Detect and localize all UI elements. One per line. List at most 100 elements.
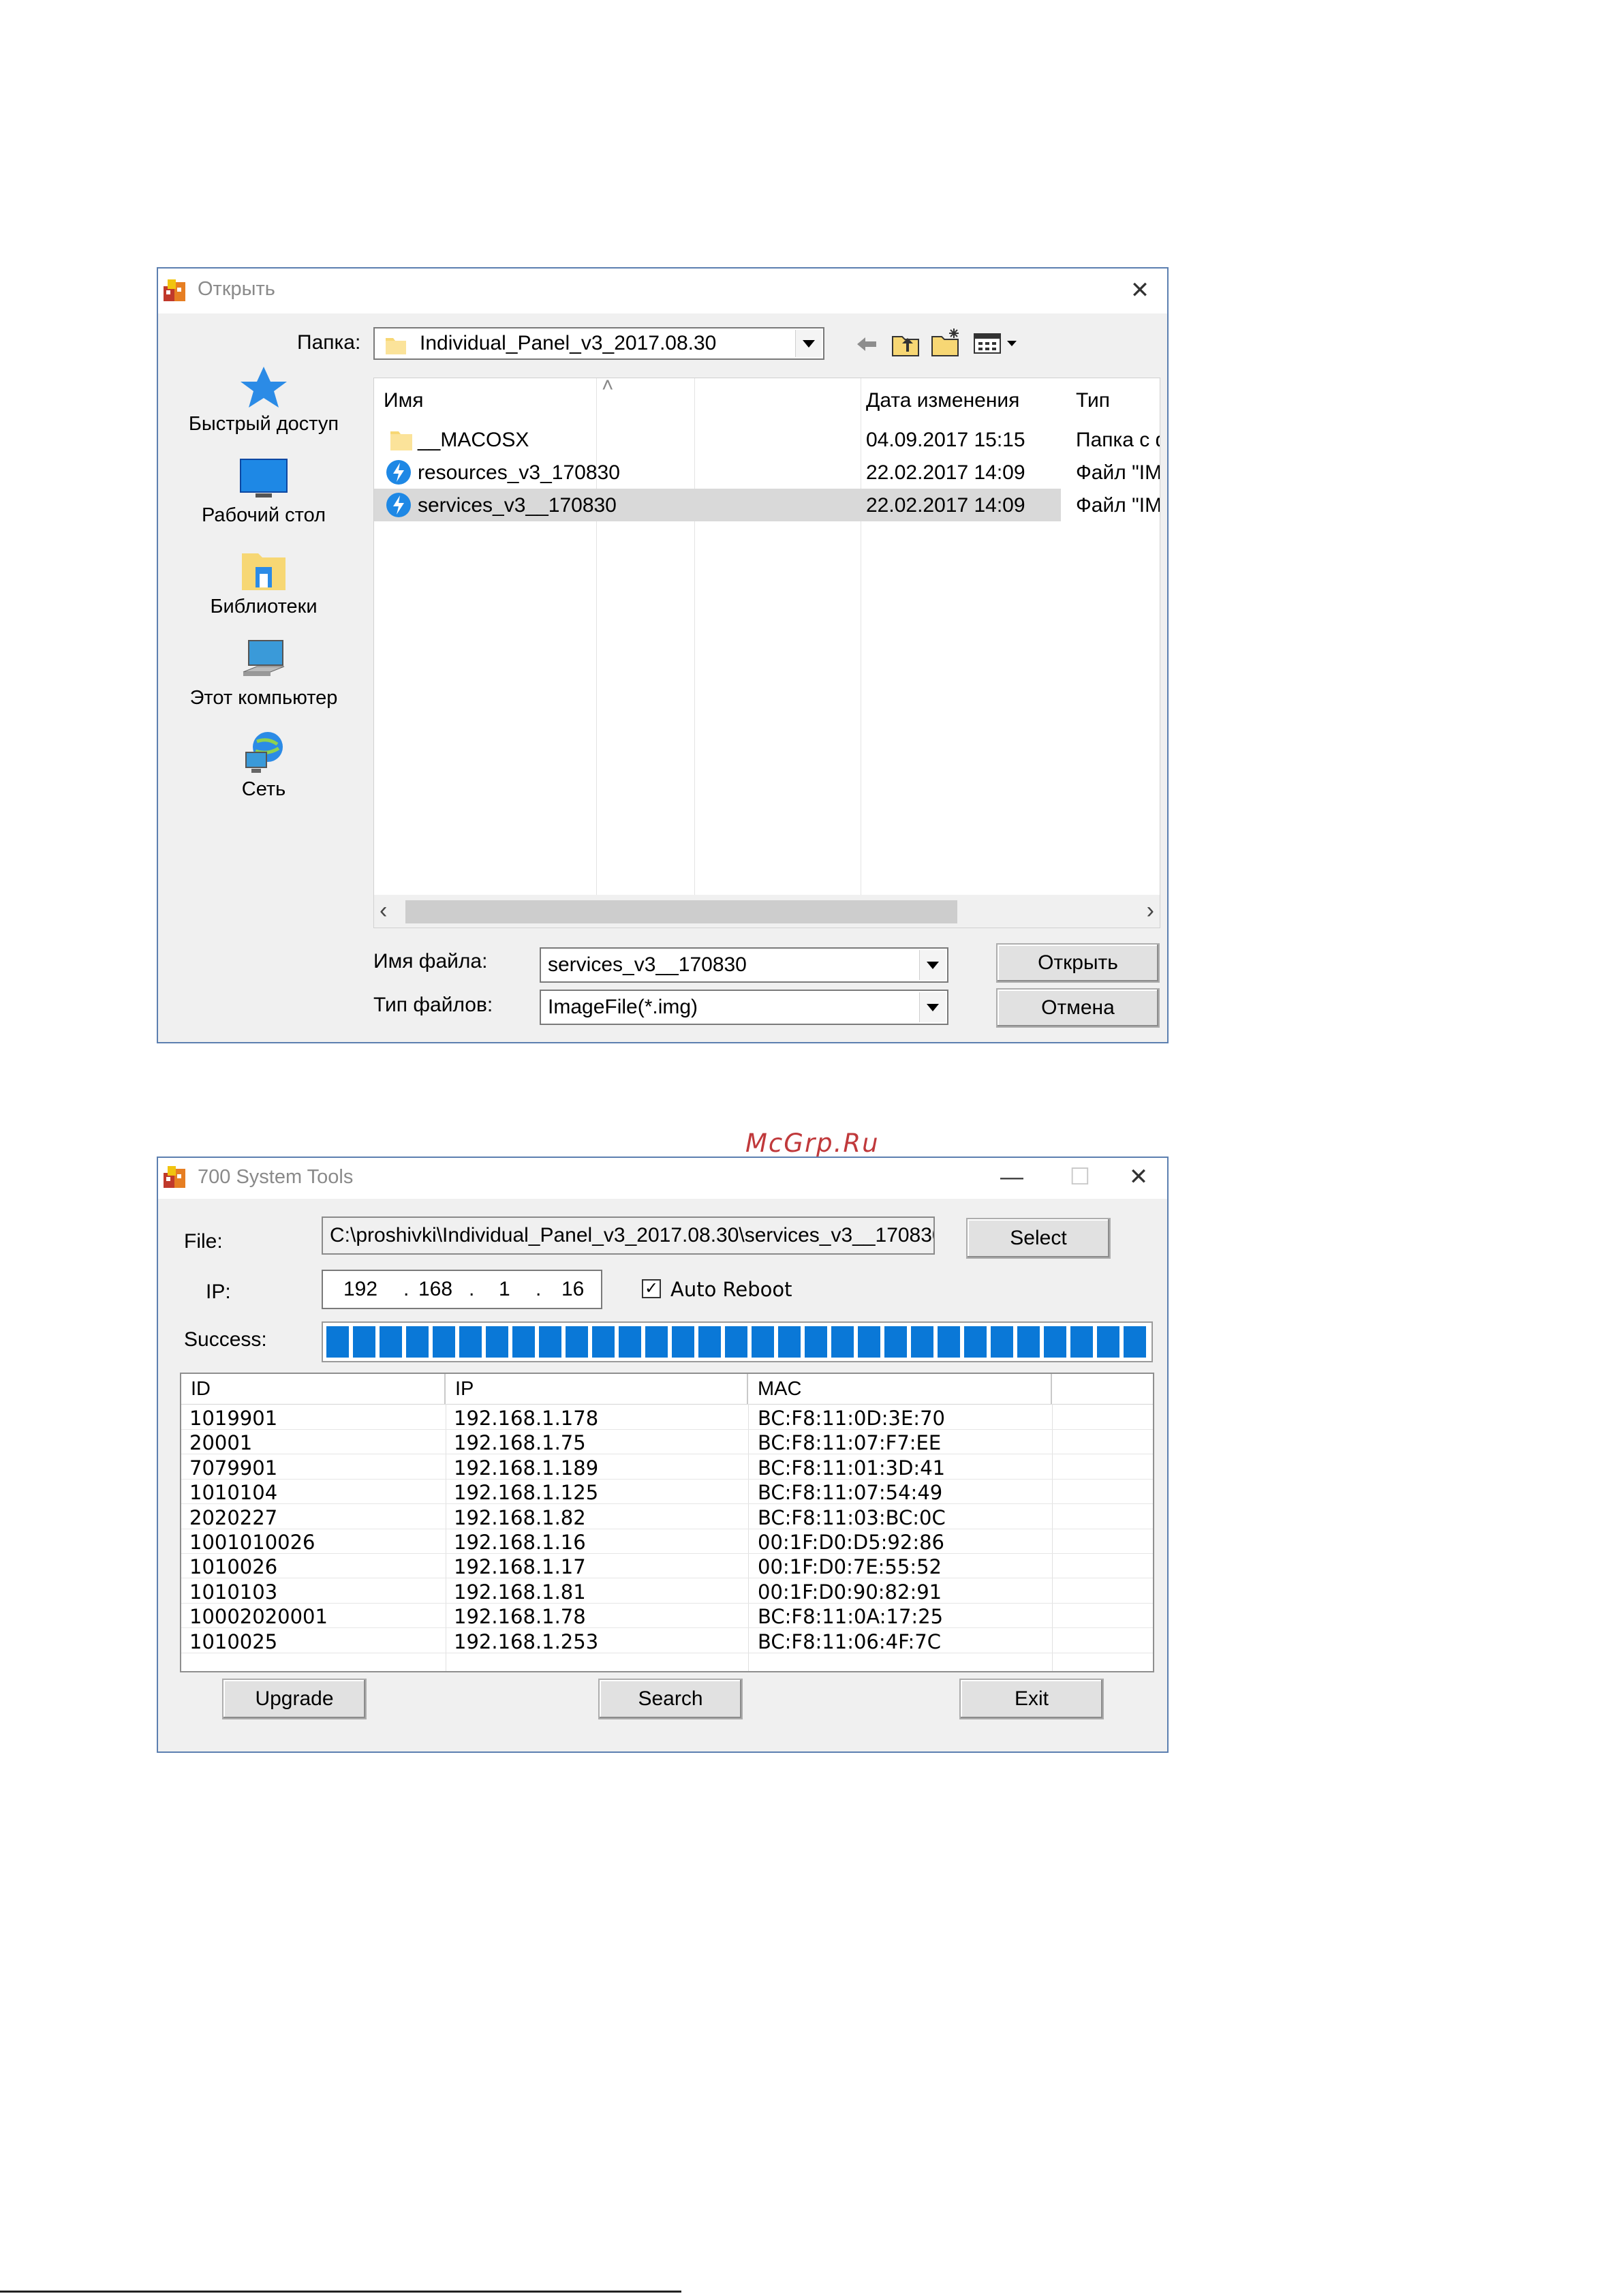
progress-segment xyxy=(858,1326,880,1358)
maximize-button: ☐ xyxy=(1061,1161,1099,1193)
table-row[interactable]: 1010025 192.168.1.253 BC:F8:11:06:4F:7C xyxy=(181,1629,1153,1653)
select-button[interactable]: Select xyxy=(966,1218,1111,1259)
ip-octet-3[interactable]: 1 xyxy=(499,1278,510,1301)
column-header-date[interactable]: Дата изменения xyxy=(866,389,1019,412)
progress-segment xyxy=(619,1326,641,1358)
progress-segment xyxy=(752,1326,774,1358)
upgrade-button[interactable]: Upgrade xyxy=(222,1679,367,1719)
table-row[interactable]: 20001 192.168.1.75 BC:F8:11:07:F7:EE xyxy=(181,1430,1153,1455)
scroll-right-icon[interactable]: › xyxy=(1147,898,1154,924)
progress-segment xyxy=(778,1326,801,1358)
device-mac: BC:F8:11:06:4F:7C xyxy=(758,1629,942,1653)
close-button[interactable]: ✕ xyxy=(1121,274,1159,307)
progress-segment xyxy=(991,1326,1013,1358)
table-row[interactable]: 7079901 192.168.1.189 BC:F8:11:01:3D:41 xyxy=(181,1455,1153,1480)
progress-segment xyxy=(698,1326,721,1358)
ip-dot: . xyxy=(469,1278,475,1300)
app-icon xyxy=(164,279,185,301)
device-table[interactable]: ID IP MAC 1019901 192.168.1.178 BC:F8:11:0… xyxy=(180,1373,1154,1672)
ip-octet-4[interactable]: 16 xyxy=(561,1278,584,1301)
device-id: 1010104 xyxy=(189,1481,278,1505)
column-header-name[interactable]: Имя xyxy=(384,389,423,412)
open-file-dialog: Открыть ✕ Папка: Individual_Panel_v3_201… xyxy=(157,267,1169,1043)
system-tools-window: 700 System Tools — ☐ ✕ File: C:\proshivk… xyxy=(157,1157,1169,1753)
back-arrow-icon[interactable] xyxy=(854,334,879,354)
chevron-down-icon[interactable] xyxy=(919,992,946,1022)
table-row[interactable]: 1010103 192.168.1.81 00:1F:D0:90:82:91 xyxy=(181,1579,1153,1604)
column-header-ip[interactable]: IP xyxy=(446,1374,748,1404)
new-folder-icon[interactable] xyxy=(931,327,962,357)
progress-segment xyxy=(380,1326,402,1358)
success-label: Success: xyxy=(184,1328,267,1351)
filetype-select[interactable]: ImageFile(*.img) xyxy=(540,990,948,1025)
column-header-id[interactable]: ID xyxy=(181,1374,446,1404)
chevron-down-icon[interactable] xyxy=(795,330,822,357)
file-row-selected[interactable]: services_v3__170830 22.02.2017 14:09 Фай… xyxy=(374,489,1160,521)
minimize-button[interactable]: — xyxy=(993,1161,1031,1193)
folder-combo[interactable]: Individual_Panel_v3_2017.08.30 xyxy=(373,327,824,360)
table-row[interactable]: 2020227 192.168.1.82 BC:F8:11:03:BC:0C xyxy=(181,1505,1153,1529)
minimize-icon: — xyxy=(1000,1163,1023,1190)
file-list[interactable]: ˄ Имя Дата изменения Тип __MACOSX 04.09.… xyxy=(373,378,1160,928)
progress-segment xyxy=(911,1326,933,1358)
ip-octet-2[interactable]: 168 xyxy=(418,1278,452,1301)
device-id: 10002020001 xyxy=(189,1605,328,1629)
horizontal-scrollbar[interactable]: ‹ › xyxy=(374,895,1160,928)
progress-segment xyxy=(831,1326,854,1358)
progress-segment xyxy=(353,1326,375,1358)
table-row[interactable]: 1001010026 192.168.1.16 00:1F:D0:D5:92:86 xyxy=(181,1529,1153,1554)
chevron-down-icon[interactable] xyxy=(919,950,946,980)
progress-segment xyxy=(486,1326,508,1358)
view-menu-icon[interactable] xyxy=(973,331,1021,356)
file-type: Файл "IM xyxy=(1076,461,1160,484)
place-label: Библиотеки xyxy=(210,596,318,617)
progress-segment xyxy=(938,1326,960,1358)
progress-segment xyxy=(512,1326,535,1358)
computer-icon xyxy=(243,640,285,676)
column-header-mac[interactable]: MAC xyxy=(748,1374,1052,1404)
file-name: resources_v3_170830 xyxy=(418,461,620,484)
device-ip: 192.168.1.82 xyxy=(454,1505,586,1529)
close-icon: ✕ xyxy=(1130,277,1150,303)
page-divider xyxy=(0,2291,681,2293)
device-ip: 192.168.1.178 xyxy=(454,1407,599,1430)
table-row[interactable]: 1010026 192.168.1.17 00:1F:D0:7E:55:52 xyxy=(181,1554,1153,1579)
place-label: Этот компьютер xyxy=(189,687,338,709)
ip-octet-1[interactable]: 192 xyxy=(343,1278,377,1301)
progress-segment xyxy=(884,1326,907,1358)
table-row[interactable]: 1010104 192.168.1.125 BC:F8:11:07:54:49 xyxy=(181,1480,1153,1505)
device-ip: 192.168.1.253 xyxy=(454,1629,599,1653)
ip-address-input[interactable]: 192 . 168 . 1 . 16 xyxy=(322,1270,602,1309)
device-id: 1010025 xyxy=(189,1629,278,1653)
exit-button[interactable]: Exit xyxy=(959,1679,1104,1719)
file-row[interactable]: __MACOSX 04.09.2017 15:15 Папка с ф xyxy=(374,423,1160,456)
network-icon xyxy=(245,732,283,773)
close-button[interactable]: ✕ xyxy=(1119,1161,1158,1193)
file-date: 22.02.2017 14:09 xyxy=(866,494,1025,517)
file-row[interactable]: resources_v3_170830 22.02.2017 14:09 Фай… xyxy=(374,456,1160,489)
device-mac: BC:F8:11:0A:17:25 xyxy=(758,1605,944,1629)
progress-segment xyxy=(1044,1326,1066,1358)
column-header-type[interactable]: Тип xyxy=(1076,389,1110,412)
filename-input[interactable]: services_v3__170830 xyxy=(540,947,948,983)
table-row[interactable]: 10002020001 192.168.1.78 BC:F8:11:0A:17:25 xyxy=(181,1604,1153,1629)
device-mac: BC:F8:11:03:BC:0C xyxy=(758,1505,946,1529)
device-id: 2020227 xyxy=(189,1505,278,1529)
ip-label: IP: xyxy=(206,1281,231,1303)
app-icon xyxy=(164,1166,185,1188)
library-icon xyxy=(242,553,285,590)
scroll-left-icon[interactable]: ‹ xyxy=(380,898,387,924)
filename-value: services_v3__170830 xyxy=(548,953,747,976)
auto-reboot-checkbox[interactable]: ✓ xyxy=(642,1279,661,1298)
file-date: 04.09.2017 15:15 xyxy=(866,429,1025,451)
cancel-button[interactable]: Отмена xyxy=(996,988,1160,1028)
table-row[interactable]: 1019901 192.168.1.178 BC:F8:11:0D:3E:70 xyxy=(181,1405,1153,1430)
device-id: 1010103 xyxy=(189,1580,278,1604)
folder-icon xyxy=(390,431,412,450)
search-button[interactable]: Search xyxy=(598,1679,743,1719)
maximize-icon: ☐ xyxy=(1069,1164,1091,1190)
scroll-thumb[interactable] xyxy=(405,900,957,923)
up-folder-icon[interactable] xyxy=(891,331,921,357)
open-button[interactable]: Открыть xyxy=(996,943,1160,983)
folder-label: Папка: xyxy=(297,331,361,354)
